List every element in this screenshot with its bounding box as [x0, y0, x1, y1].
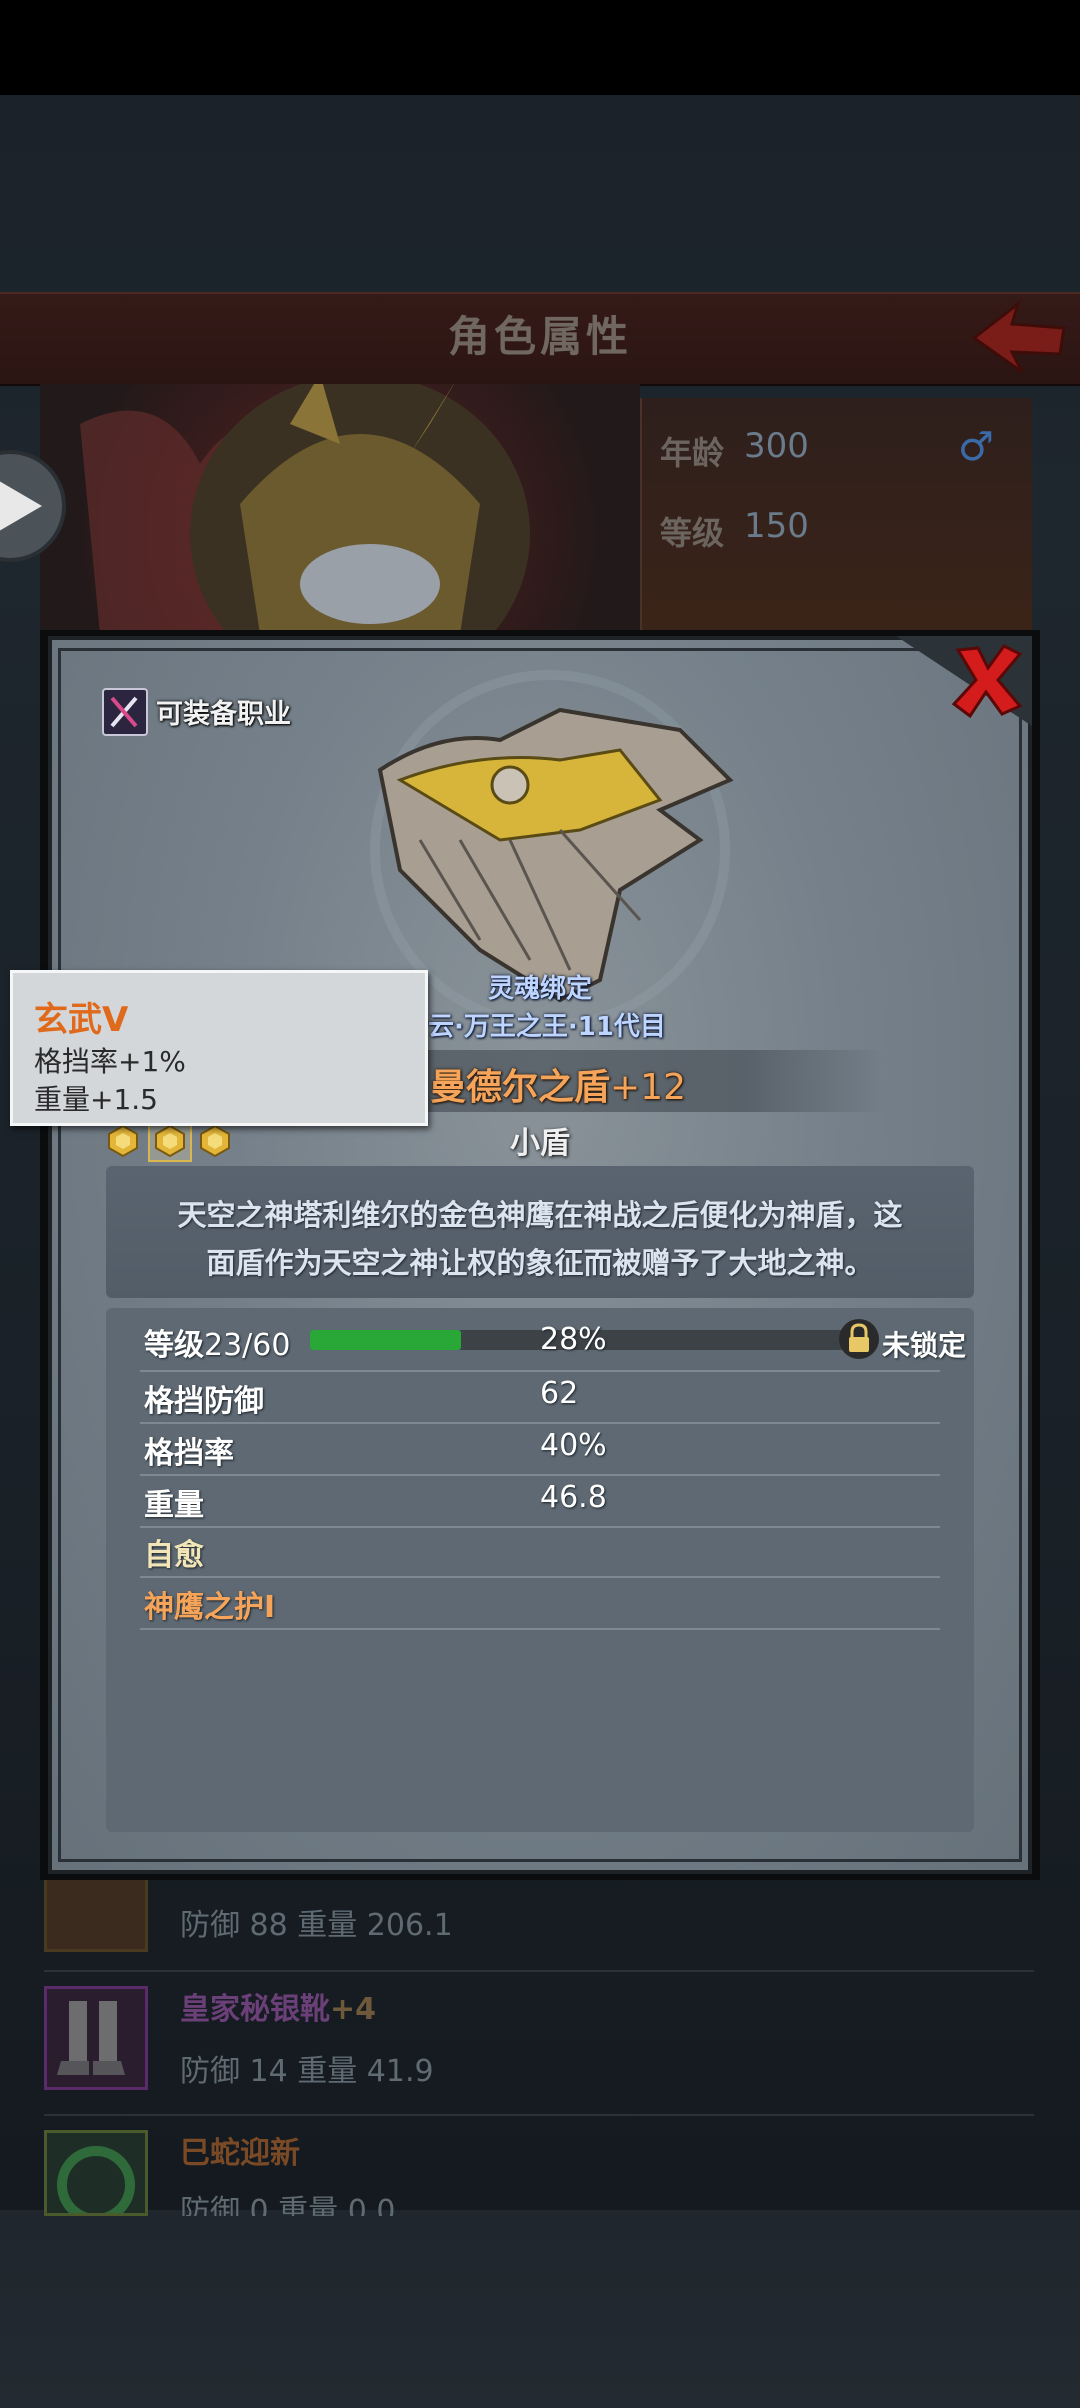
skill-eagle-guard[interactable]: 神鹰之护I — [144, 1582, 275, 1626]
stat-value-weight: 46.8 — [540, 1480, 607, 1515]
level-label: 等级 — [660, 514, 725, 552]
level-progress-fill — [310, 1330, 462, 1350]
stat-label-weight: 重量 — [144, 1488, 204, 1523]
list-item-thumbnail[interactable] — [44, 2130, 148, 2224]
tooltip-title: 玄武V — [34, 1000, 129, 1040]
tooltip-line: 重量+1.5 — [34, 1083, 158, 1116]
divider — [44, 1970, 1034, 1972]
item-enhance: +12 — [610, 1067, 686, 1108]
divider — [44, 2114, 1034, 2116]
description-line: 天空之神塔利维尔的金色神鹰在神战之后便化为神盾，这 — [177, 1198, 903, 1232]
tooltip-line: 格挡率+1% — [34, 1045, 186, 1078]
list-item-stats: 防御 0 重量 0.0 — [180, 2194, 396, 2216]
soulbound-owner: 云·万王之王·11代目 — [428, 1012, 666, 1042]
list-item-thumbnail[interactable] — [44, 1986, 148, 2090]
male-icon: ♂ — [958, 424, 994, 470]
list-item-stats: 防御 14 重量 41.9 — [180, 2054, 434, 2089]
list-item-name[interactable]: 皇家秘银靴+4 — [180, 1984, 376, 2028]
divider — [140, 1526, 940, 1528]
level-value: 150 — [744, 506, 809, 546]
stat-label-block: 格挡防御 — [144, 1384, 264, 1419]
level-label-text: 等级 — [144, 1328, 204, 1363]
back-arrow-icon[interactable] — [968, 298, 1068, 376]
divider — [140, 1628, 940, 1630]
character-portrait — [40, 384, 640, 634]
age-label: 年龄 — [660, 434, 725, 472]
equip-class-label[interactable]: 可装备职业 — [156, 692, 291, 731]
play-arrow-icon[interactable] — [0, 440, 68, 572]
stat-value-block-rate: 40% — [540, 1428, 607, 1463]
equip-class-icon[interactable] — [102, 688, 148, 736]
serpent-ring-icon — [57, 2146, 135, 2224]
description-line: 面盾作为天空之神让权的象征而被赠予了大地之神。 — [206, 1246, 874, 1280]
item-name-text: 曼德尔之盾 — [430, 1067, 611, 1108]
list-item-stats: 防御 88 重量 206.1 — [180, 1908, 453, 1943]
age-value: 300 — [744, 426, 809, 466]
level-current: 23/60 — [204, 1328, 291, 1363]
divider — [140, 1370, 940, 1372]
list-item-name[interactable]: 巳蛇迎新 — [180, 2128, 300, 2172]
skill-self-heal[interactable]: 自愈 — [144, 1530, 204, 1574]
list-item-name-text: 皇家秘银靴 — [180, 1992, 330, 2027]
divider — [140, 1576, 940, 1578]
divider — [140, 1474, 940, 1476]
level-row-label: 等级23/60 — [144, 1320, 290, 1364]
gem-icon[interactable] — [198, 1124, 232, 1158]
stat-label-block-rate: 格挡率 — [144, 1436, 234, 1471]
divider — [140, 1422, 940, 1424]
list-item-enhance: +4 — [330, 1992, 377, 2027]
lock-status-label[interactable]: 未锁定 — [882, 1324, 966, 1364]
item-name: 曼德尔之盾+12 — [430, 1058, 686, 1110]
bottom-area — [0, 2210, 1080, 2408]
status-bar — [0, 0, 1080, 95]
gem-icon[interactable] — [106, 1124, 140, 1158]
lock-icon[interactable] — [838, 1318, 880, 1360]
stat-value-block: 62 — [540, 1376, 579, 1411]
gem-icon[interactable] — [153, 1124, 187, 1158]
boots-icon — [57, 2001, 125, 2075]
level-percent: 28% — [540, 1322, 607, 1357]
shield-icon — [377, 707, 734, 1003]
page-title: 角色属性 — [447, 312, 632, 361]
close-icon[interactable] — [948, 640, 1026, 720]
